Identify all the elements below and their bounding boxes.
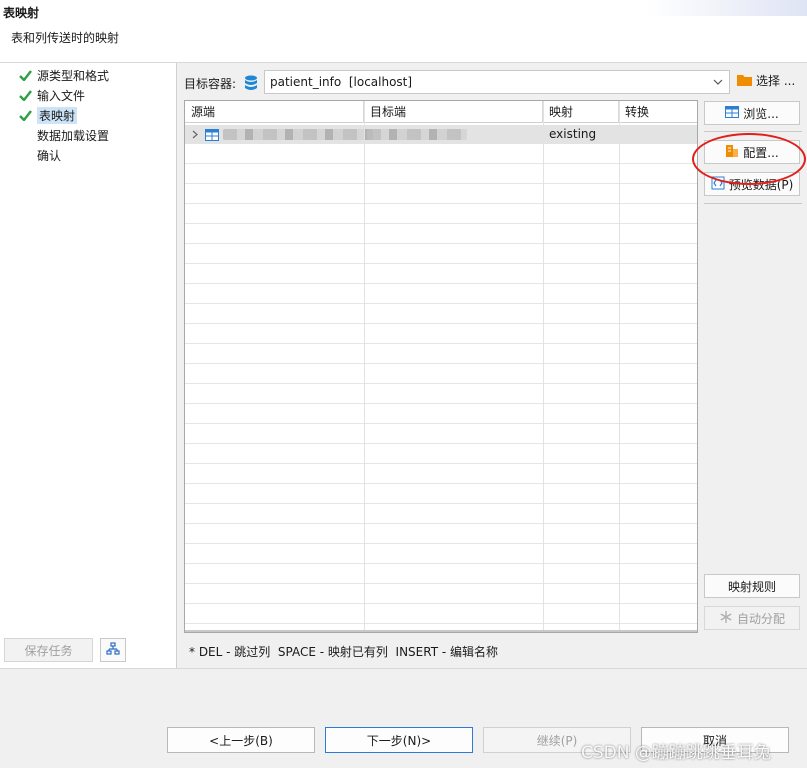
- next-button[interactable]: 下一步(N)>: [325, 727, 473, 753]
- wizard-header: 表映射 表和列传送时的映射: [0, 0, 807, 62]
- mapping-cell: existing: [549, 127, 597, 141]
- step-table-mapping[interactable]: 表映射: [18, 106, 78, 124]
- mapping-rules-label: 映射规则: [727, 579, 776, 594]
- browse-button[interactable]: 浏览...: [704, 101, 800, 125]
- step-input-files[interactable]: 输入文件: [18, 86, 85, 104]
- target-table-name-redacted: [367, 129, 467, 140]
- choose-container-button[interactable]: 选择 ...: [737, 72, 795, 89]
- column-divider: [619, 101, 620, 632]
- table-header: 源端 目标端 映射 转换: [185, 101, 697, 123]
- page-subtitle: 表和列传送时的映射: [11, 31, 120, 45]
- preview-label: 预览数据(P): [728, 177, 794, 192]
- page-title: 表映射: [3, 6, 40, 20]
- step-source-type[interactable]: 源类型和格式: [18, 66, 109, 84]
- save-task-button[interactable]: 保存任务: [4, 638, 93, 662]
- step-confirm[interactable]: 确认: [37, 146, 61, 164]
- step-label: 源类型和格式: [37, 68, 110, 83]
- preview-data-button[interactable]: 预览数据(P): [704, 172, 800, 196]
- column-divider: [543, 101, 544, 632]
- hierarchy-icon: [106, 641, 120, 659]
- wizard-body: 源类型和格式 输入文件 表映射 数据加载设置 确认 保存任务 目标容器: pat…: [0, 62, 807, 669]
- column-header-mapping[interactable]: 映射: [543, 101, 619, 123]
- preview-icon: [711, 176, 725, 193]
- watermark: CSDN @蹦蹦跳跳垂耳兔: [581, 743, 771, 763]
- step-label: 确认: [37, 148, 62, 163]
- asterisk-icon: [719, 610, 733, 627]
- step-data-load-settings[interactable]: 数据加载设置: [37, 126, 109, 144]
- column-header-target[interactable]: 目标端: [364, 101, 543, 123]
- target-container-select[interactable]: patient_info [localhost]: [264, 70, 730, 94]
- auto-assign-label: 自动分配: [736, 611, 785, 626]
- steps-sidebar: 源类型和格式 输入文件 表映射 数据加载设置 确认 保存任务: [0, 63, 177, 669]
- auto-assign-button[interactable]: 自动分配: [704, 606, 800, 630]
- side-separator: [704, 203, 802, 204]
- configure-label: 配置...: [743, 145, 779, 160]
- config-icon: [725, 144, 739, 161]
- check-icon: [18, 88, 32, 102]
- step-label: 表映射: [37, 106, 78, 124]
- mapping-rules-button[interactable]: 映射规则: [704, 574, 800, 598]
- expand-chevron-icon[interactable]: [191, 125, 199, 144]
- column-divider: [364, 101, 365, 632]
- browse-label: 浏览...: [743, 106, 779, 121]
- folder-icon: [737, 73, 752, 89]
- chevron-down-icon: [711, 75, 725, 92]
- header-decoration: [647, 0, 807, 16]
- mapping-table[interactable]: 源端 目标端 映射 转换 existing: [184, 100, 698, 633]
- task-tree-button[interactable]: [100, 638, 126, 662]
- configure-button[interactable]: 配置...: [704, 140, 800, 164]
- step-label: 数据加载设置: [37, 128, 110, 143]
- step-label: 输入文件: [37, 88, 86, 103]
- column-header-transform[interactable]: 转换: [619, 101, 697, 123]
- side-separator: [704, 131, 802, 132]
- check-icon: [18, 68, 32, 82]
- check-icon: [18, 108, 32, 122]
- table-icon: [205, 128, 219, 147]
- target-container-value: patient_info [localhost]: [270, 75, 413, 89]
- back-button[interactable]: <上一步(B): [167, 727, 315, 753]
- table-icon: [725, 105, 740, 121]
- table-body: [185, 124, 697, 632]
- source-table-name-redacted: [223, 129, 373, 140]
- choose-label: 选择 ...: [756, 74, 796, 88]
- keyboard-hint: * DEL - 跳过列 SPACE - 映射已有列 INSERT - 编辑名称: [189, 645, 499, 659]
- database-icon: [244, 75, 258, 94]
- column-header-source[interactable]: 源端: [185, 101, 364, 123]
- target-container-label: 目标容器:: [184, 77, 237, 91]
- table-row[interactable]: existing: [185, 125, 697, 144]
- table-bottom-border: [185, 630, 697, 632]
